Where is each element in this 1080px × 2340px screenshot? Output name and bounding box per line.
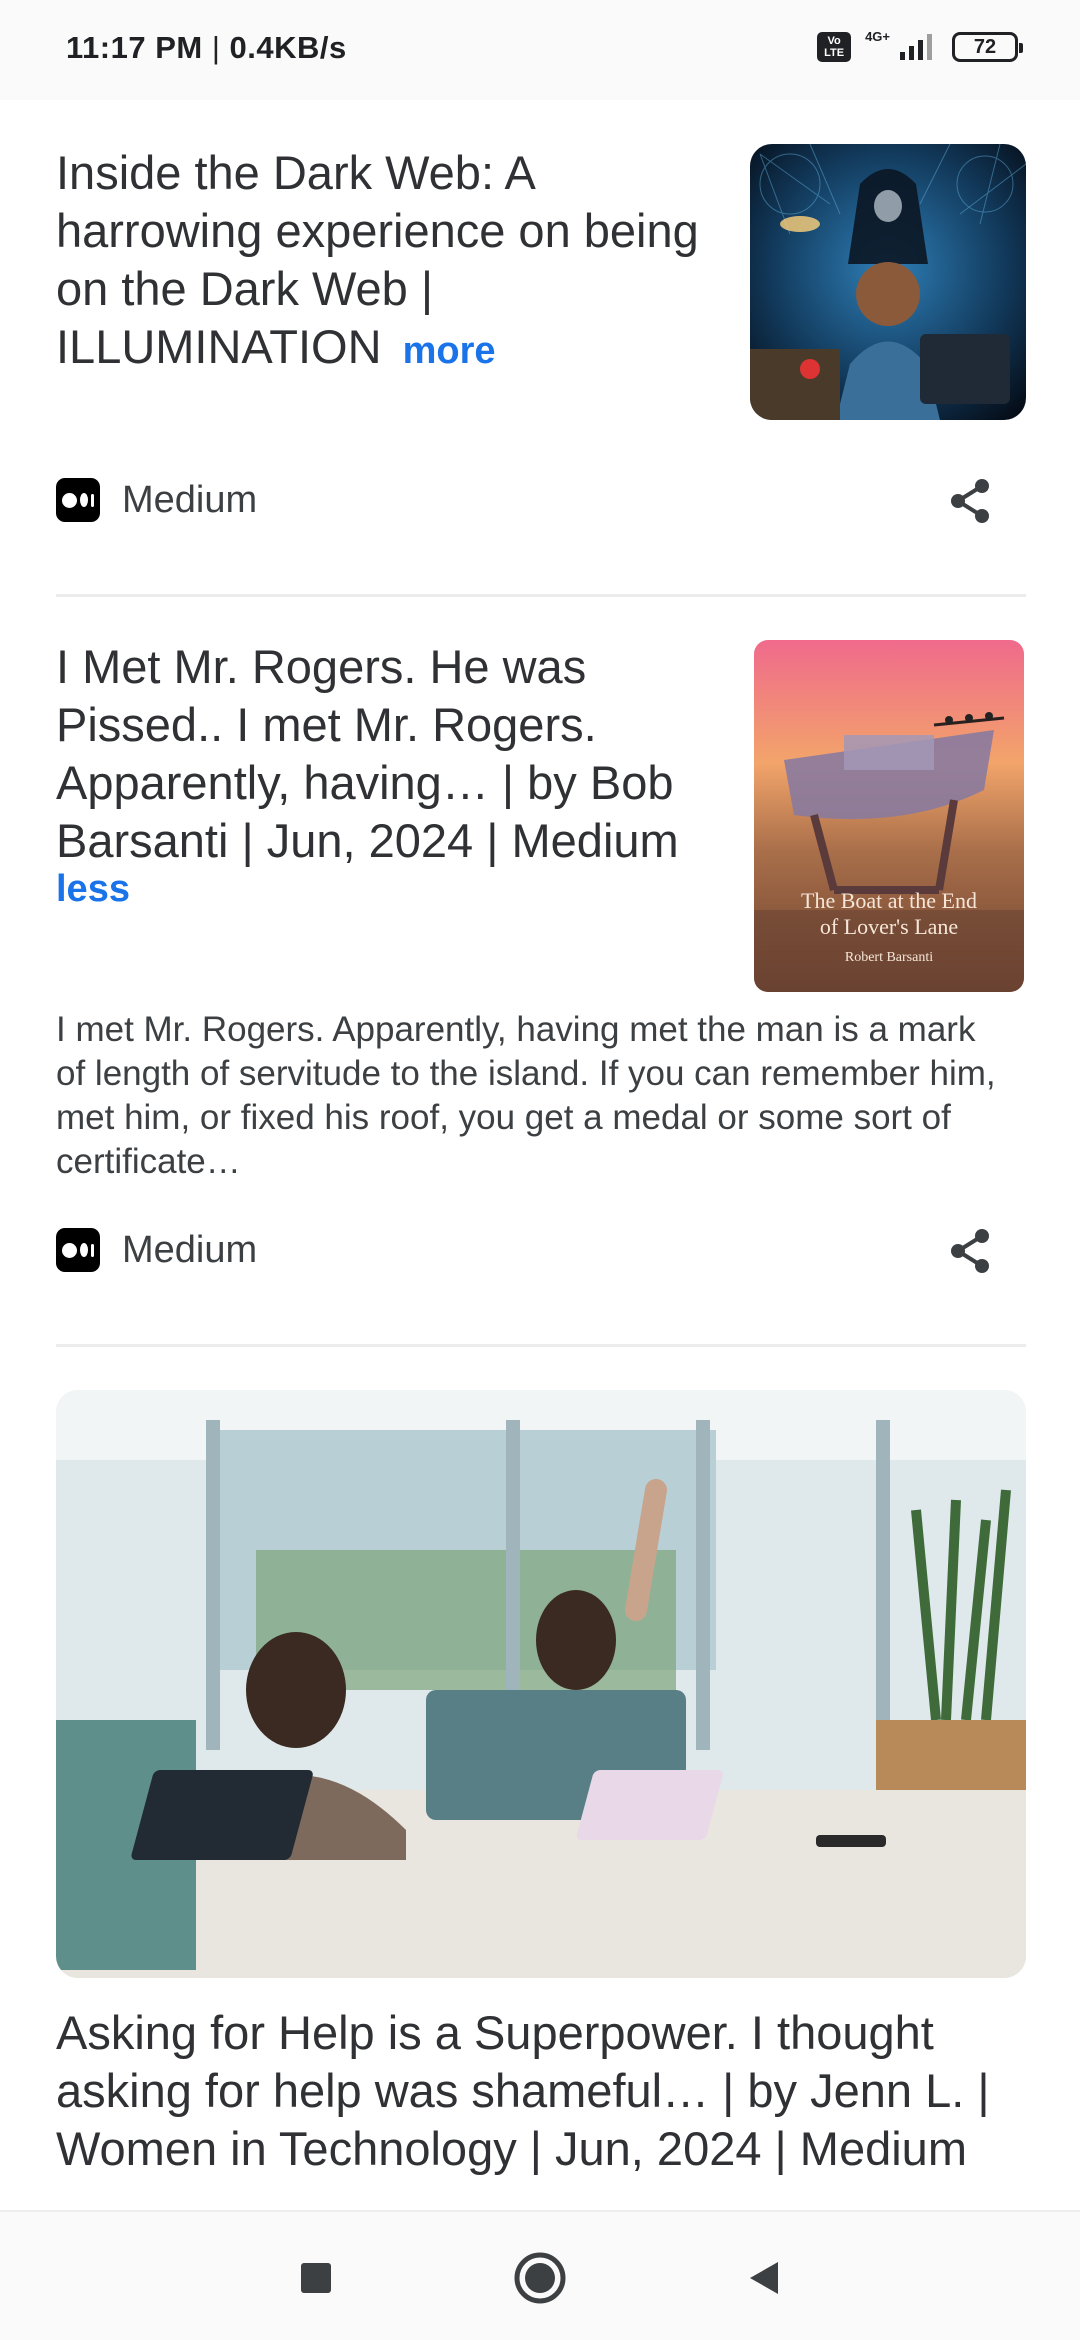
battery-level: 72 (973, 35, 997, 58)
source-name: Medium (122, 1228, 258, 1271)
clock: 11:17 PM (66, 30, 203, 65)
back-button[interactable] (734, 2248, 794, 2308)
battery-icon: 72 (952, 32, 1023, 62)
medium-logo-icon (56, 478, 100, 522)
recents-button[interactable] (286, 2248, 346, 2308)
signal-icon (900, 34, 932, 60)
share-button[interactable] (946, 476, 996, 526)
more-toggle[interactable]: more (403, 330, 496, 372)
article-thumbnail[interactable]: The Boat at the End of Lover's Lane Robe… (754, 640, 1024, 992)
home-button[interactable] (510, 2248, 570, 2308)
dark-web-image (750, 144, 1026, 420)
cover-author: Robert Barsanti (844, 950, 934, 965)
cover-title-line2: of Lover's Lane (819, 914, 959, 939)
square-icon (301, 2263, 331, 2293)
volte-icon: Vo LTE (817, 32, 852, 62)
article-title[interactable]: I Met Mr. Rogers. He was Pissed.. I met … (56, 638, 736, 870)
share-icon (951, 479, 989, 523)
status-icons: Vo LTE 4G+ 72 (817, 29, 1023, 62)
article-snippet-block: I met Mr. Rogers. Apparently, having met… (56, 1008, 1026, 1184)
article-hero-image[interactable] (56, 1390, 1026, 1978)
article-title[interactable]: Inside the Dark Web: A harrowing experie… (56, 144, 746, 380)
medium-logo-icon (56, 1228, 100, 1272)
triangle-back-icon (750, 2262, 778, 2294)
source-row: Medium (56, 470, 1026, 530)
source-name: Medium (122, 478, 258, 521)
article-title[interactable]: Asking for Help is a Superpower. I thoug… (56, 2004, 1016, 2178)
status-bar: 11:17 PM | 0.4KB/s Vo LTE 4G+ 72 (0, 0, 1080, 100)
office-photo (56, 1390, 1026, 1978)
share-button[interactable] (946, 1226, 996, 1276)
divider (56, 1344, 1026, 1347)
source-row: Medium (56, 1220, 1026, 1280)
share-icon (951, 1229, 989, 1273)
article-card[interactable]: Asking for Help is a Superpower. I thoug… (56, 2004, 1026, 2178)
divider (56, 594, 1026, 597)
system-nav-bar (0, 2210, 1080, 2340)
cover-title-line1: The Boat at the End (801, 888, 977, 913)
circle-icon (514, 2252, 566, 2304)
discover-feed[interactable]: Inside the Dark Web: A harrowing experie… (0, 100, 1080, 2210)
network-type: 4G+ (865, 29, 890, 44)
article-thumbnail[interactable] (750, 144, 1026, 420)
article-snippet: I met Mr. Rogers. Apparently, having met… (56, 1010, 996, 1181)
status-time: 11:17 PM | 0.4KB/s (66, 30, 347, 65)
network-speed: 0.4KB/s (229, 30, 347, 65)
